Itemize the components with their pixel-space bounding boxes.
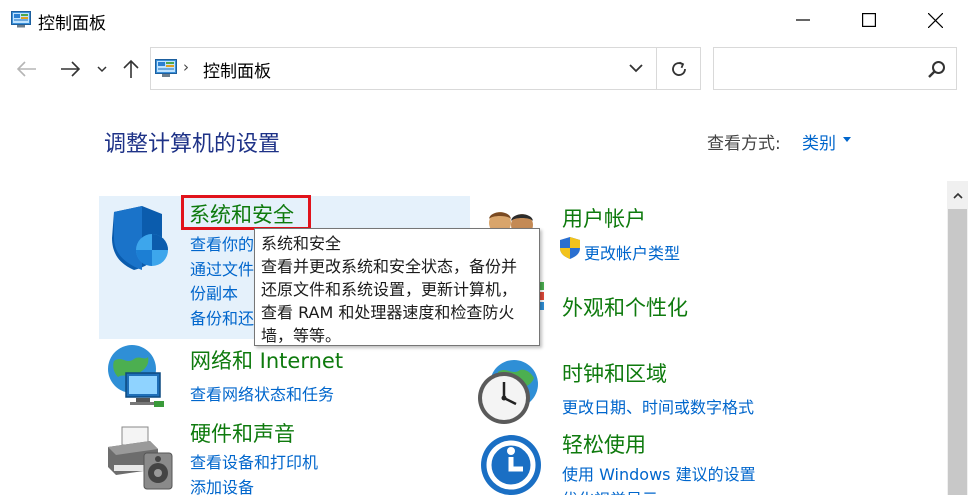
focus-highlight <box>181 195 311 230</box>
network-globe-icon[interactable] <box>104 343 174 411</box>
window-title: 控制面板 <box>38 14 106 34</box>
link-devices-printers[interactable]: 查看设备和打印机 <box>190 449 318 473</box>
link-system-security-2[interactable]: 通过文件 <box>190 256 254 280</box>
category-network-internet[interactable]: 网络和 Internet <box>190 345 343 375</box>
view-by-label: 查看方式: <box>707 134 781 154</box>
page-title: 调整计算机的设置 <box>104 132 281 157</box>
minimize-button[interactable] <box>770 0 836 40</box>
arrow-up-icon <box>123 59 139 78</box>
shield-icon[interactable] <box>106 206 172 272</box>
clock-globe-icon[interactable] <box>474 358 546 426</box>
breadcrumb-separator: › <box>183 58 189 76</box>
maximize-button[interactable] <box>836 0 902 40</box>
ease-of-access-icon[interactable] <box>479 433 543 495</box>
chevron-down-icon <box>629 64 643 73</box>
printer-speaker-icon[interactable] <box>104 425 176 491</box>
scroll-thumb[interactable] <box>948 209 967 495</box>
title-bar: 控制面板 <box>0 0 968 40</box>
search-input[interactable] <box>713 47 957 90</box>
recent-locations-button[interactable] <box>94 58 110 80</box>
chevron-down-icon <box>97 65 107 72</box>
refresh-icon <box>672 61 686 76</box>
tooltip-line-2: 还原文件和系统设置，更新计算机， <box>261 280 518 299</box>
control-panel-icon <box>11 11 31 28</box>
tooltip-title: 系统和安全 <box>261 234 342 253</box>
minimize-icon <box>796 19 810 21</box>
close-button[interactable] <box>902 0 968 40</box>
refresh-button[interactable] <box>657 48 701 89</box>
category-ease-of-access[interactable]: 轻松使用 <box>562 429 646 459</box>
address-dropdown-button[interactable] <box>616 48 656 89</box>
category-user-accounts[interactable]: 用户帐户 <box>562 203 646 233</box>
tooltip-line-4: 墙，等等。 <box>261 326 342 345</box>
close-icon <box>927 12 943 28</box>
tooltip-line-1: 查看并更改系统和安全状态，备份并 <box>261 257 518 276</box>
maximize-icon <box>862 13 876 27</box>
link-windows-recommended[interactable]: 使用 Windows 建议的设置 <box>562 461 756 485</box>
forward-button[interactable] <box>55 56 85 82</box>
uac-shield-icon <box>560 237 580 259</box>
link-network-status[interactable]: 查看网络状态和任务 <box>190 381 334 405</box>
scroll-up-button[interactable] <box>947 181 968 209</box>
link-add-device[interactable]: 添加设备 <box>190 474 254 495</box>
tooltip: 系统和安全 查看并更改系统和安全状态，备份并 还原文件和系统设置，更新计算机， … <box>254 228 540 346</box>
link-system-security-3[interactable]: 备份和还 <box>190 305 254 329</box>
up-button[interactable] <box>117 55 145 83</box>
address-bar[interactable]: › 控制面板 <box>150 47 701 90</box>
control-panel-icon <box>155 59 177 77</box>
link-system-security-2b[interactable]: 份副本 <box>190 280 238 304</box>
search-icon[interactable] <box>927 59 947 79</box>
tooltip-line-3: 查看 RAM 和处理器速度和检查防火 <box>261 303 515 322</box>
breadcrumb-control-panel[interactable]: 控制面板 <box>203 57 271 82</box>
category-appearance[interactable]: 外观和个性化 <box>562 292 688 322</box>
view-by-dropdown[interactable]: 类别 <box>802 129 836 154</box>
arrow-right-icon <box>61 61 80 77</box>
arrow-left-icon <box>17 61 36 77</box>
chevron-up-icon <box>952 192 963 199</box>
link-optimize-display[interactable]: 优化视觉显示 <box>562 486 658 495</box>
vertical-scrollbar[interactable] <box>947 181 968 495</box>
link-change-date-time[interactable]: 更改日期、时间或数字格式 <box>562 394 754 418</box>
category-hardware-sound[interactable]: 硬件和声音 <box>190 418 295 448</box>
link-system-security-1[interactable]: 查看你的 <box>190 231 254 255</box>
link-change-account-type[interactable]: 更改帐户类型 <box>584 240 680 264</box>
caret-down-icon[interactable] <box>843 137 851 143</box>
category-clock-region[interactable]: 时钟和区域 <box>562 358 667 388</box>
back-button[interactable] <box>12 56 42 82</box>
